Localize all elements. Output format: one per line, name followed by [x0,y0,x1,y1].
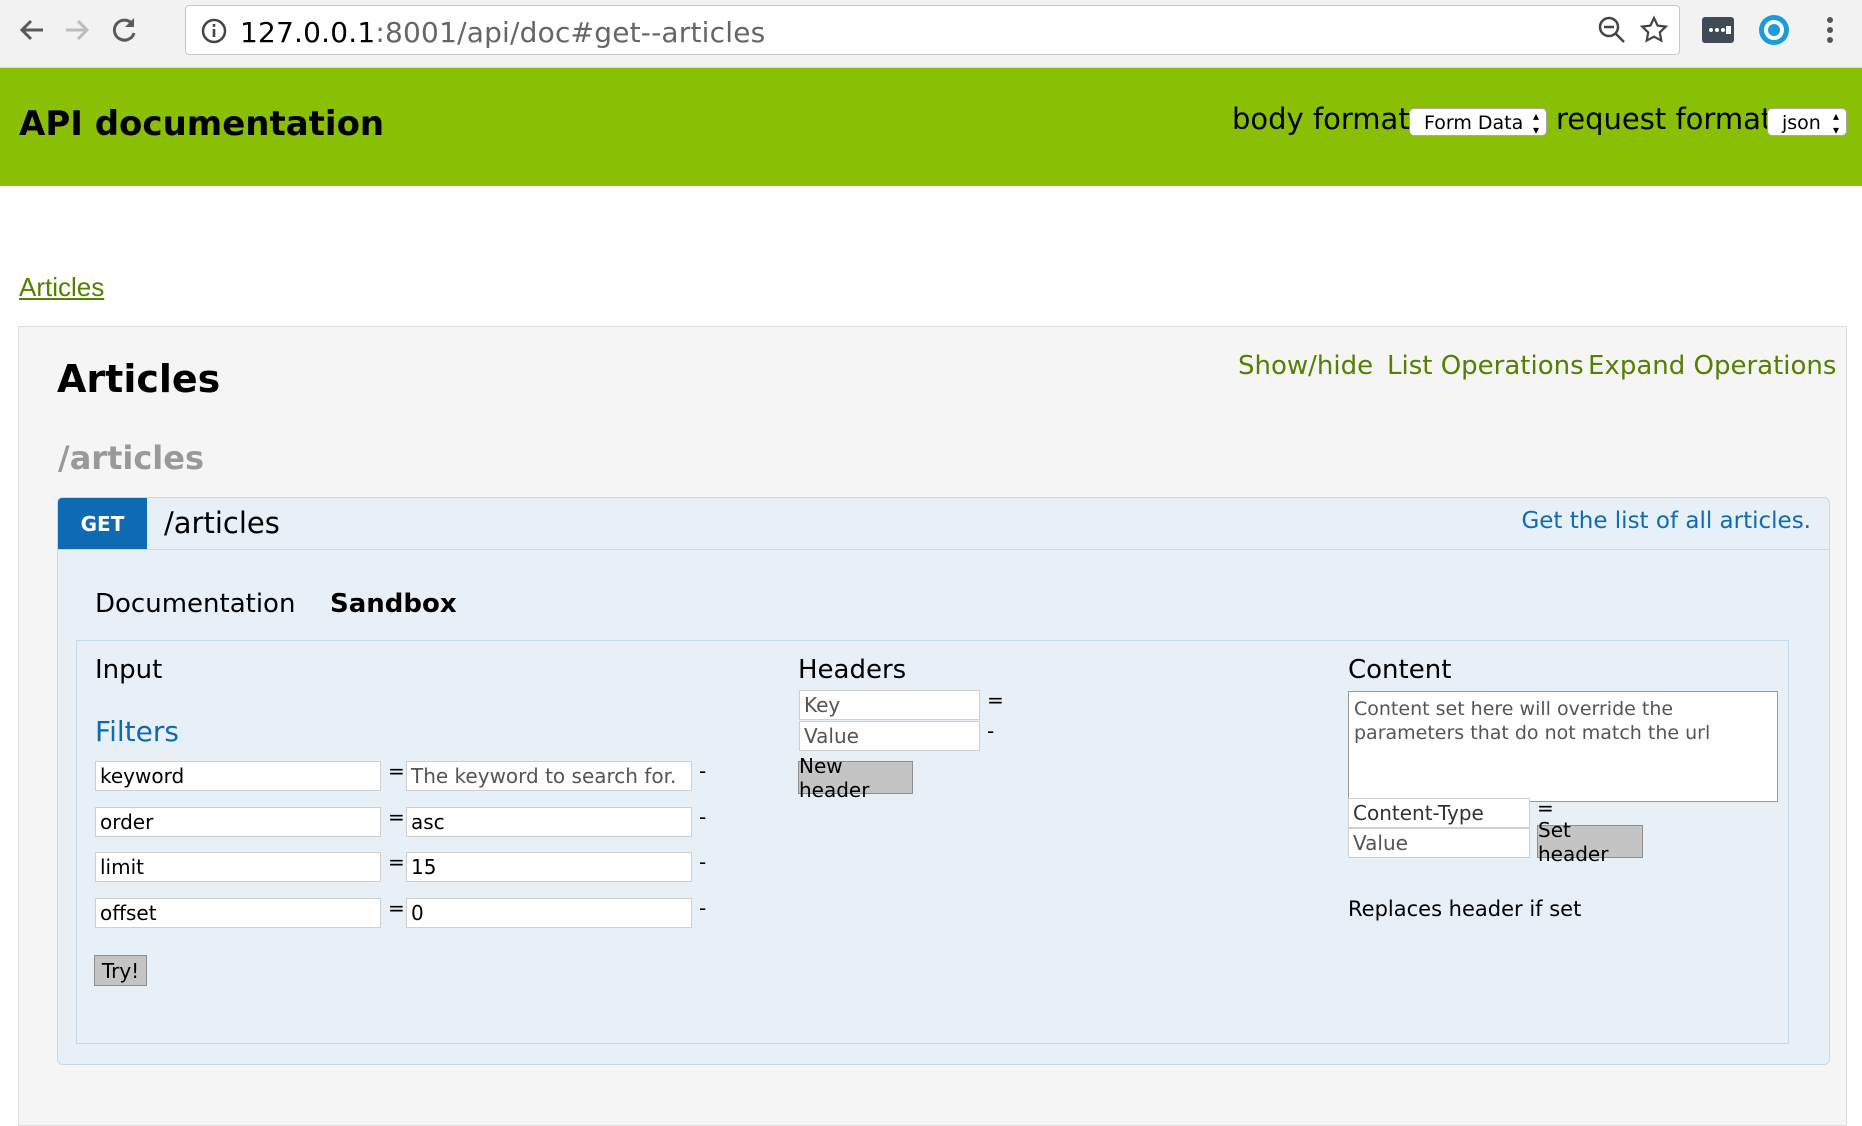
path-heading: /articles [58,439,205,477]
api-title: API documentation [19,104,385,144]
param-key-input[interactable]: limit [95,852,381,882]
headers-title: Headers [798,655,907,685]
operation-get-articles: GET /articles Get the list of all articl… [57,497,1830,1065]
set-header-button[interactable]: Set header [1537,818,1643,866]
param-value-input[interactable]: 15 [406,852,692,882]
new-header-button[interactable]: New header [798,754,913,802]
request-format-value: json [1782,112,1821,134]
try-button[interactable]: Try! [94,955,147,986]
resource-articles: Articles Show/hide List Operations Expan… [18,326,1847,1126]
content-textarea[interactable]: Content set here will override the param… [1348,691,1778,802]
tab-sandbox[interactable]: Sandbox [330,589,457,619]
reload-icon[interactable] [104,10,144,50]
profile-icon[interactable] [1756,12,1792,48]
list-operations-link[interactable]: List Operations [1387,351,1584,381]
content-title: Content [1348,655,1452,685]
request-format-label: request format: [1556,102,1782,136]
param-key-input[interactable]: keyword [95,761,381,791]
resource-title: Articles [57,357,221,401]
menu-icon[interactable] [1812,12,1848,48]
operation-path[interactable]: /articles [164,506,280,540]
param-value-input[interactable]: 0 [406,898,692,928]
input-title: Input [95,655,163,685]
filters-title: Filters [95,715,179,748]
operation-description[interactable]: Get the list of all articles. [1521,508,1811,534]
equals-sign: = [987,688,1004,712]
param-key-input[interactable]: order [95,807,381,837]
remove-param-button[interactable]: - [699,896,706,920]
equals-sign: = [388,896,405,920]
info-icon[interactable] [200,17,228,49]
param-value-input[interactable]: asc [406,807,692,837]
content-header-value-input[interactable]: Value [1348,828,1530,858]
header-key-input[interactable]: Key [799,690,980,720]
header-value-input[interactable]: Value [799,721,980,751]
address-bar[interactable]: 127.0.0.1:8001/api/doc#get--articles [185,5,1680,55]
back-icon[interactable] [12,10,52,50]
sandbox-panel: Input Filters keyword = The keyword to s… [76,640,1789,1044]
url-path: :8001/api/doc#get--articles [375,16,766,49]
equals-sign: = [388,759,405,783]
equals-sign: = [388,850,405,874]
equals-sign: = [1537,796,1554,820]
body-format-select[interactable]: Form Data ▴ ▾ [1409,108,1547,137]
param-key-input[interactable]: offset [95,898,381,928]
operation-header[interactable]: GET /articles Get the list of all articl… [58,498,1829,550]
zoom-icon[interactable] [1597,15,1627,49]
equals-sign: = [388,805,405,829]
body-format-label: body format: [1232,102,1420,136]
remove-param-button[interactable]: - [699,805,706,829]
replaces-header-note: Replaces header if set [1348,897,1582,921]
content-type-input[interactable]: Content-Type [1348,798,1530,828]
remove-param-button[interactable]: - [699,850,706,874]
expand-operations-link[interactable]: Expand Operations [1588,351,1836,381]
star-icon[interactable] [1639,15,1669,49]
method-badge[interactable]: GET [58,498,147,549]
api-header: API documentation body format: Form Data… [0,68,1862,186]
forward-icon[interactable] [57,10,97,50]
remove-param-button[interactable]: - [699,759,706,783]
remove-header-button[interactable]: - [987,719,994,743]
extension-icon[interactable] [1700,12,1736,48]
select-arrows-icon: ▴ ▾ [1532,109,1539,137]
body-format-value: Form Data [1424,112,1524,134]
articles-top-link[interactable]: Articles [19,272,104,303]
param-value-input[interactable]: The keyword to search for. [406,761,692,791]
url-host: 127.0.0.1 [240,16,376,49]
tab-documentation[interactable]: Documentation [95,589,295,619]
select-arrows-icon: ▴ ▾ [1832,109,1839,137]
show-hide-link[interactable]: Show/hide [1238,351,1373,381]
url-text: 127.0.0.1:8001/api/doc#get--articles [240,16,765,49]
request-format-select[interactable]: json ▴ ▾ [1767,108,1847,137]
browser-toolbar: 127.0.0.1:8001/api/doc#get--articles [0,0,1862,68]
